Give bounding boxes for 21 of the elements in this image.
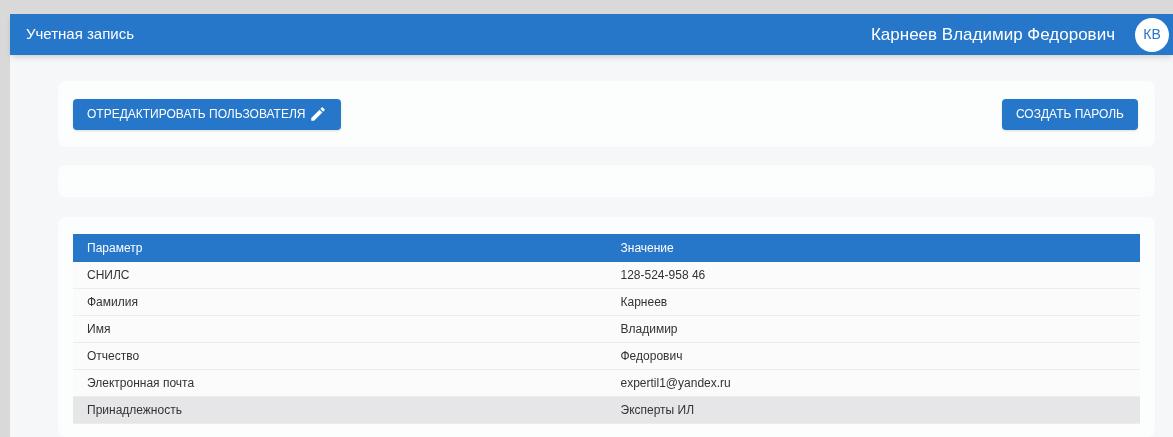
user-avatar[interactable]: КВ — [1135, 17, 1169, 52]
app-title: Учетная запись — [26, 24, 134, 45]
edit-user-button[interactable]: ОТРЕДАКТИРОВАТЬ ПОЛЬЗОВАТЕЛЯ — [73, 98, 342, 130]
table-cell-text: Принадлежность — [86, 402, 183, 419]
column-header: Значение — [619, 240, 675, 257]
table-cell-text: Имя — [86, 321, 112, 338]
table-cell-text: Федорович — [619, 348, 684, 365]
table-cell-text: Эксперты ИЛ — [619, 402, 696, 419]
table-cell-text: Владимир — [619, 321, 679, 338]
user-name: Карнеев Владимир Федорович — [870, 23, 1115, 46]
table-row[interactable]: Принадлежность Эксперты ИЛ — [73, 397, 1140, 424]
create-password-button[interactable]: СОЗДАТЬ ПАРОЛЬ — [1001, 98, 1138, 130]
table-cell-text: Электронная почта — [86, 375, 196, 392]
table-cell-text: Карнеев — [619, 294, 669, 311]
table-cell-text: СНИЛС — [86, 267, 131, 284]
table-cell-text: Фамилия — [86, 294, 139, 311]
table-cell-text: Отчество — [86, 348, 141, 365]
table-cell-text: 128-524-958 46 — [619, 267, 707, 284]
column-header: Параметр — [86, 240, 144, 257]
pencil-icon — [309, 105, 328, 123]
table-cell-text: expertil1@yandex.ru — [619, 375, 732, 392]
